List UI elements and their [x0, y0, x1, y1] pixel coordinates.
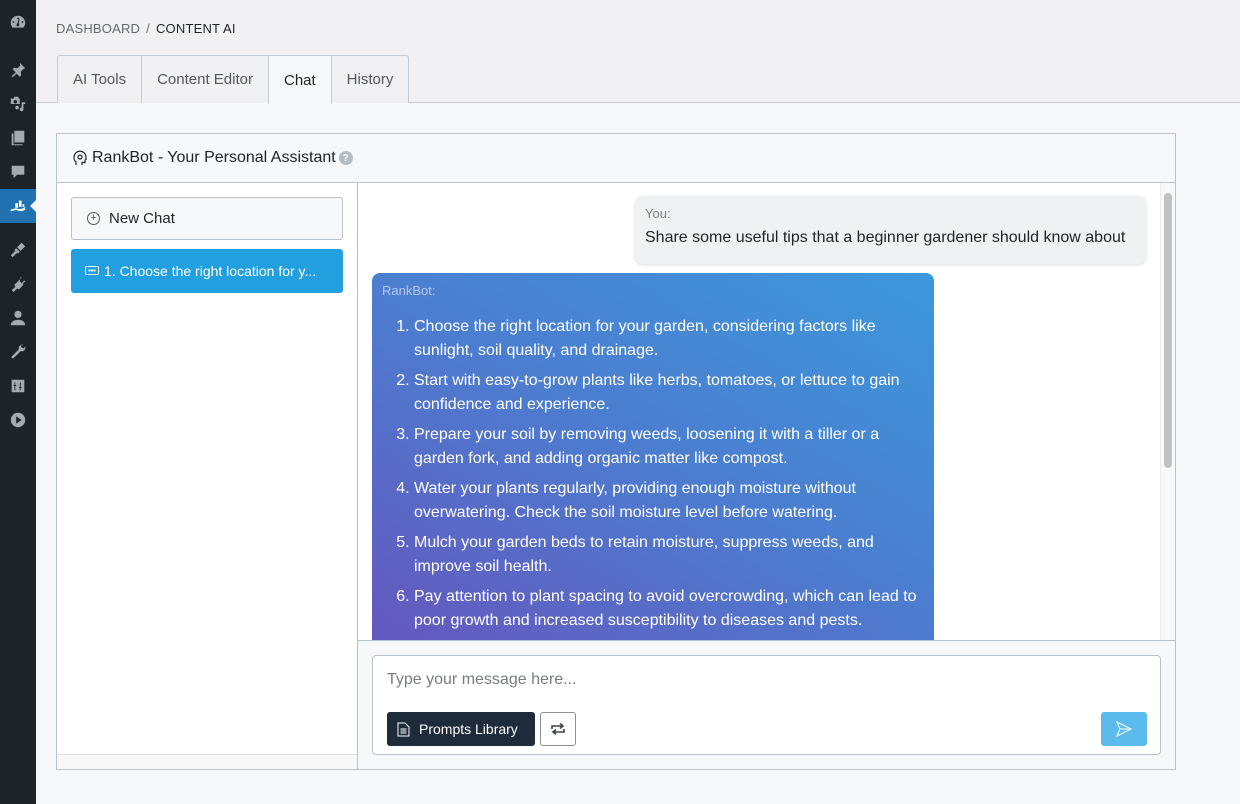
- users-icon[interactable]: [0, 301, 36, 335]
- user-message: You: Share some useful tips that a begin…: [635, 196, 1146, 264]
- panel-title: RankBot - Your Personal Assistant: [92, 149, 336, 166]
- rank-math-icon[interactable]: [0, 189, 36, 223]
- document-icon: [397, 722, 410, 736]
- tab-chat[interactable]: Chat: [267, 55, 332, 104]
- breadcrumb-separator: /: [146, 21, 150, 36]
- plus-circle-icon: +: [87, 212, 100, 225]
- repeat-button[interactable]: [540, 712, 576, 746]
- chat-history-item[interactable]: 1. Choose the right location for y...: [71, 249, 343, 293]
- prompts-library-button[interactable]: Prompts Library: [387, 712, 535, 746]
- message-icon: [85, 265, 99, 275]
- comments-icon[interactable]: [0, 155, 36, 189]
- messages-scrollbar[interactable]: [1160, 183, 1175, 640]
- composer: Prompts Library: [372, 655, 1161, 755]
- panel-header: RankBot - Your Personal Assistant ?: [57, 134, 1175, 183]
- bot-message: RankBot: Choose the right location for y…: [372, 273, 934, 640]
- bot-message-author: RankBot:: [382, 283, 436, 298]
- breadcrumb: DASHBOARD / CONTENT AI: [56, 21, 236, 36]
- sidebar-footer: [57, 754, 357, 769]
- tab-content-editor[interactable]: Content Editor: [141, 55, 269, 103]
- new-chat-label: New Chat: [109, 210, 175, 227]
- send-icon: [1115, 720, 1133, 738]
- user-message-text: Share some useful tips that a beginner g…: [645, 229, 1126, 246]
- bot-tips-list: Choose the right location for your garde…: [382, 315, 924, 633]
- scrollbar-thumb[interactable]: [1164, 193, 1172, 468]
- chat-history-sidebar: + New Chat 1. Choose the right location …: [57, 183, 358, 769]
- pin-icon[interactable]: [0, 53, 36, 87]
- play-icon[interactable]: [0, 403, 36, 437]
- breadcrumb-dashboard-link[interactable]: DASHBOARD: [56, 21, 140, 36]
- message-input[interactable]: [373, 656, 1160, 706]
- repeat-icon: [551, 722, 565, 736]
- prompts-library-label: Prompts Library: [419, 721, 518, 737]
- bot-tip-item: Choose the right location for your garde…: [414, 315, 924, 363]
- breadcrumb-current: CONTENT AI: [155, 21, 236, 36]
- composer-area: Prompts Library: [358, 640, 1175, 769]
- page-header: DASHBOARD / CONTENT AI AI Tools Content Ed…: [36, 0, 1240, 104]
- send-button[interactable]: [1101, 712, 1147, 746]
- help-icon[interactable]: ?: [338, 151, 353, 165]
- admin-sidebar: [0, 0, 36, 804]
- tab-ai-tools[interactable]: AI Tools: [57, 55, 143, 103]
- chat-panel: RankBot - Your Personal Assistant ? + Ne…: [56, 133, 1176, 770]
- bot-tip-item: Water your plants regularly, providing e…: [414, 477, 924, 525]
- tools-icon[interactable]: [0, 335, 36, 369]
- chat-area: You: Share some useful tips that a begin…: [358, 183, 1175, 769]
- chat-history-label: 1. Choose the right location for y...: [104, 263, 317, 279]
- bot-head-icon: [73, 150, 87, 165]
- plugins-icon[interactable]: [0, 267, 36, 301]
- pages-icon[interactable]: [0, 121, 36, 155]
- message-list: You: Share some useful tips that a begin…: [358, 183, 1175, 640]
- dashboard-icon[interactable]: [0, 5, 36, 39]
- bot-tip-item: Pay attention to plant spacing to avoid …: [414, 585, 924, 633]
- media-icon[interactable]: [0, 87, 36, 121]
- appearance-icon[interactable]: [0, 233, 36, 267]
- new-chat-button[interactable]: + New Chat: [71, 197, 343, 240]
- bot-tip-item: Prepare your soil by removing weeds, loo…: [414, 423, 924, 471]
- settings-icon[interactable]: [0, 369, 36, 403]
- tab-history[interactable]: History: [330, 55, 410, 103]
- user-message-author: You:: [645, 206, 671, 221]
- bot-tip-item: Start with easy-to-grow plants like herb…: [414, 369, 924, 417]
- tab-bar: AI Tools Content Editor Chat History: [57, 55, 410, 104]
- bot-tip-item: Mulch your garden beds to retain moistur…: [414, 531, 924, 579]
